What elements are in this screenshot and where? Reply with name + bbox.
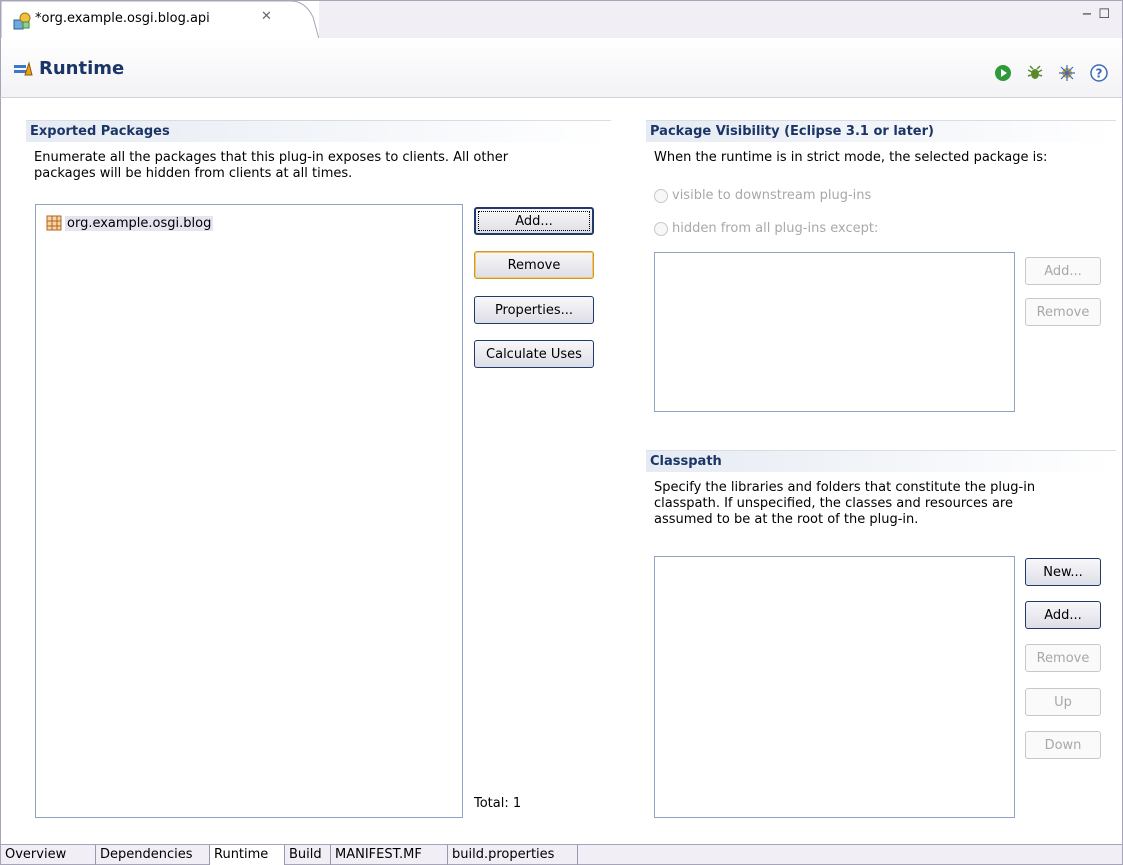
classpath-add-button[interactable]: Add... <box>1025 601 1101 629</box>
run-icon[interactable] <box>994 64 1012 82</box>
classpath-description: Specify the libraries and folders that c… <box>654 480 1114 528</box>
profile-icon[interactable] <box>1058 64 1076 82</box>
classpath-remove-button[interactable]: Remove <box>1025 644 1101 672</box>
tab-build-properties[interactable]: build.properties <box>448 845 578 865</box>
visibility-plugins-list[interactable] <box>654 252 1015 412</box>
tab-dependencies[interactable]: Dependencies <box>96 845 210 865</box>
page-header: Runtime ? <box>0 38 1123 98</box>
package-label: org.example.osgi.blog <box>65 215 214 231</box>
visibility-remove-button[interactable]: Remove <box>1025 298 1101 326</box>
radio-label: visible to downstream plug-ins <box>672 188 872 203</box>
hidden-except-radio[interactable]: hidden from all plug-ins except: <box>654 221 878 236</box>
window-buttons: −☐ <box>1081 7 1116 22</box>
classpath-description-line: assumed to be at the root of the plug-in… <box>654 512 919 527</box>
exported-add-button[interactable]: Add... <box>474 207 594 235</box>
list-item[interactable]: org.example.osgi.blog <box>46 213 214 233</box>
exported-properties-button[interactable]: Properties... <box>474 296 594 324</box>
visible-downstream-radio[interactable]: visible to downstream plug-ins <box>654 188 871 203</box>
package-visibility-description: When the runtime is in strict mode, the … <box>654 150 1048 165</box>
header-toolbar: ? <box>994 64 1108 82</box>
classpath-description-line: Specify the libraries and folders that c… <box>654 480 1036 495</box>
exported-packages-title: Exported Packages <box>26 120 611 142</box>
tab-overview[interactable]: Overview <box>1 845 96 865</box>
package-visibility-title: Package Visibility (Eclipse 3.1 or later… <box>646 120 1116 142</box>
editor-tab-strip: *org.example.osgi.blog.api ✕ −☐ <box>0 0 1123 39</box>
exported-remove-button[interactable]: Remove <box>474 251 594 279</box>
radio-circle <box>654 221 668 236</box>
tab-manifest[interactable]: MANIFEST.MF <box>331 845 448 865</box>
editor-tab-title: *org.example.osgi.blog.api <box>35 11 210 26</box>
exported-packages-description-line: packages will be hidden from clients at … <box>34 166 353 181</box>
exported-packages-description-line: Enumerate all the packages that this plu… <box>34 150 509 165</box>
classpath-new-button[interactable]: New... <box>1025 558 1101 586</box>
runtime-page-body: Exported Packages Enumerate all the pack… <box>0 98 1123 844</box>
exported-packages-list[interactable]: org.example.osgi.blog <box>35 204 463 818</box>
radio-label: hidden from all plug-ins except: <box>672 221 879 236</box>
close-icon[interactable]: ✕ <box>261 9 272 24</box>
editor-tab[interactable]: *org.example.osgi.blog.api ✕ <box>1 1 319 39</box>
package-icon <box>46 215 62 231</box>
classpath-title: Classpath <box>646 450 1116 472</box>
tab-runtime[interactable]: Runtime <box>210 845 285 865</box>
svg-text:?: ? <box>1096 67 1103 81</box>
exported-packages-description: Enumerate all the packages that this plu… <box>34 150 614 182</box>
calculate-uses-button[interactable]: Calculate Uses <box>474 340 594 368</box>
radio-circle <box>654 188 668 203</box>
classpath-up-button[interactable]: Up <box>1025 688 1101 716</box>
classpath-list[interactable] <box>654 556 1015 818</box>
editor-page-tabs: Overview Dependencies Runtime Build MANI… <box>0 844 1123 865</box>
help-icon[interactable]: ? <box>1090 64 1108 82</box>
classpath-down-button[interactable]: Down <box>1025 731 1101 759</box>
runtime-icon <box>14 61 33 76</box>
maximize-icon[interactable]: ☐ <box>1098 7 1116 22</box>
total-count: Total: 1 <box>474 796 522 811</box>
plugin-manifest-icon <box>13 12 31 30</box>
page-title: Runtime <box>39 58 125 79</box>
debug-icon[interactable] <box>1026 64 1044 82</box>
minimize-icon[interactable]: − <box>1081 7 1098 22</box>
tab-build[interactable]: Build <box>285 845 331 865</box>
visibility-add-button[interactable]: Add... <box>1025 257 1101 285</box>
classpath-description-line: classpath. If unspecified, the classes a… <box>654 496 1013 511</box>
